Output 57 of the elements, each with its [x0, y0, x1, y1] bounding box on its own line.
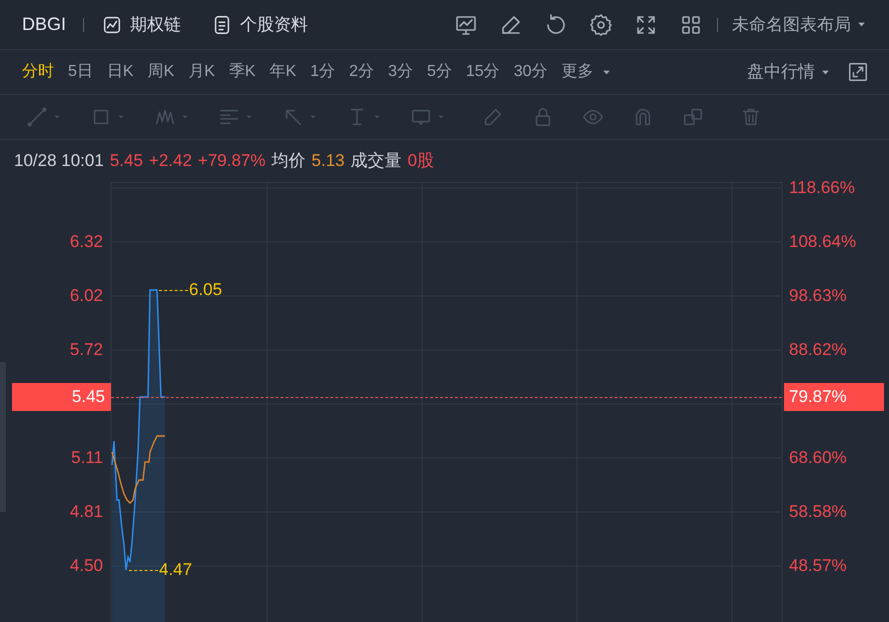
price-axis-label: 5.72: [70, 341, 103, 358]
percent-axis-label: 68.60%: [789, 449, 847, 466]
layout-dropdown[interactable]: 未命名图表布局: [732, 12, 867, 38]
quote-time: 10/28 10:01: [14, 150, 104, 172]
volume-value: 0股: [408, 150, 434, 172]
leader-line: [129, 570, 158, 571]
percent-axis-label: 58.58%: [789, 503, 847, 520]
header-link[interactable]: 期权链: [101, 12, 182, 38]
average-price-line: [111, 435, 165, 504]
period-tab[interactable]: 分时: [22, 60, 54, 84]
current-percent-tag: 79.87%: [784, 383, 884, 411]
period-tab[interactable]: 15分: [466, 60, 500, 84]
quote-change: +2.42: [148, 150, 192, 172]
price-axis-label: 4.50: [70, 557, 103, 574]
high-price-label: 6.05: [189, 281, 222, 298]
percent-axis-label: 48.57%: [789, 557, 847, 574]
period-tab[interactable]: 周K: [148, 60, 174, 84]
period-tab[interactable]: 3分: [388, 60, 413, 84]
quote-change-percent: +79.87%: [198, 150, 266, 172]
refresh-button[interactable]: [544, 12, 568, 36]
settings-button[interactable]: [589, 12, 613, 36]
average-price-label: 均价: [272, 150, 306, 172]
price-axis-label: 6.32: [70, 233, 103, 250]
more-dropdown[interactable]: 更多: [561, 60, 612, 84]
period-tab[interactable]: 日K: [106, 60, 134, 84]
period-tab[interactable]: 季K: [228, 60, 256, 84]
percent-axis-label: 108.64%: [789, 233, 856, 250]
pen-icon: [482, 106, 504, 128]
session-dropdown[interactable]: 盘中行情: [747, 59, 831, 85]
low-price-label: 4.47: [159, 561, 192, 578]
period-tab[interactable]: 30分: [514, 60, 548, 84]
period-tab[interactable]: 2分: [349, 60, 374, 84]
percent-axis-label: 98.63%: [789, 287, 847, 304]
price-axis-label: 6.02: [70, 287, 103, 304]
period-tab[interactable]: 月K: [188, 60, 215, 84]
period-tab[interactable]: 5日: [68, 60, 93, 84]
stock-symbol: DBGI: [22, 13, 66, 36]
leader-line: [159, 290, 188, 291]
line-tool-icon: [26, 106, 48, 128]
volume-label: 成交量: [350, 150, 402, 172]
average-price: 5.13: [312, 150, 345, 172]
fullscreen-icon: [847, 61, 869, 83]
percent-axis-label: 118.66%: [789, 179, 855, 196]
period-tab[interactable]: 年K: [270, 60, 296, 84]
fullscreen-button[interactable]: [847, 61, 869, 83]
delete-icon: [740, 106, 762, 128]
price-axis-label: 5.11: [71, 449, 103, 466]
period-tab[interactable]: 5分: [426, 60, 452, 84]
price-axis-label: 4.81: [70, 503, 103, 520]
header-link[interactable]: 个股资料: [211, 12, 308, 38]
percent-axis-label: 88.62%: [789, 341, 847, 358]
refresh-icon: [544, 12, 568, 36]
settings-icon: [589, 12, 613, 36]
period-tab[interactable]: 1分: [310, 60, 336, 84]
current-price-tag: 5.45: [12, 383, 111, 411]
quote-price: 5.45: [110, 150, 143, 172]
layers-icon: [682, 106, 704, 128]
